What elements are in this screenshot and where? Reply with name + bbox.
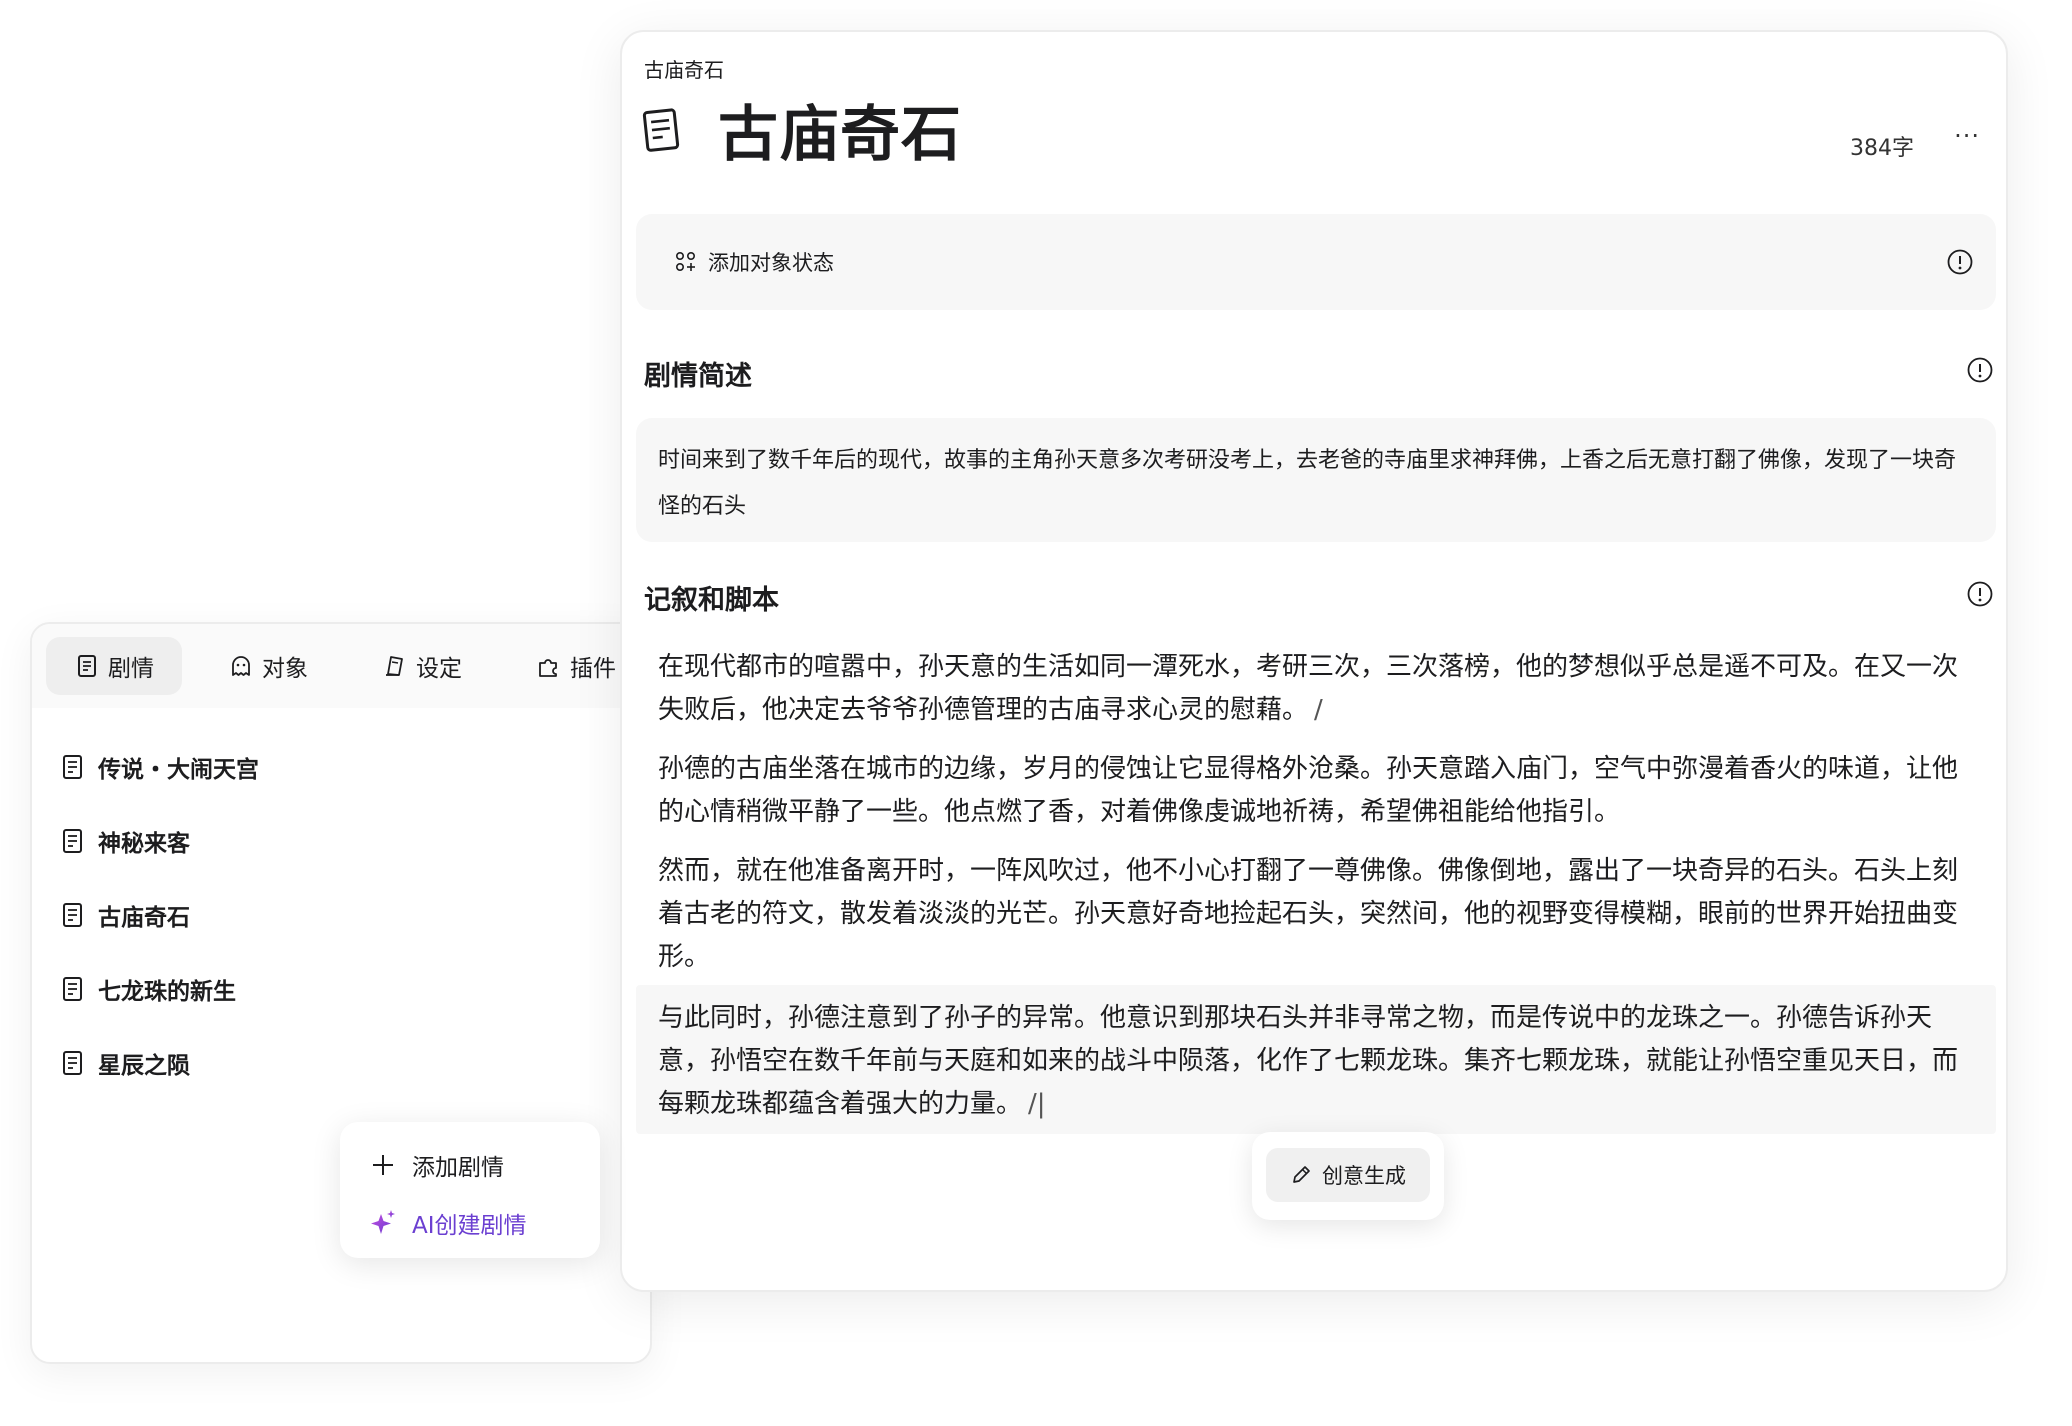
story-label: 古庙奇石 (98, 905, 190, 931)
more-options-button[interactable]: ··· (1954, 122, 1980, 150)
doc-icon (60, 827, 86, 855)
paragraph-text: 孙德的古庙坐落在城市的边缘，岁月的侵蚀让它显得格外沧桑。孙天意踏入庙门，空气中弥… (658, 754, 1959, 827)
ai-create-story-label: AI创建剧情 (412, 1213, 527, 1239)
summary-text[interactable]: 时间来到了数千年后的现代，故事的主角孙天意多次考研没考上，去老爸的寺庙里求神拜佛… (636, 418, 1996, 542)
tab-label: 插件 (570, 656, 616, 682)
add-story-button[interactable]: 添加剧情 (368, 1136, 600, 1194)
doc-icon (60, 753, 86, 781)
script-paragraph[interactable]: 孙德的古庙坐落在城市的边缘，岁月的侵蚀让它显得格外沧桑。孙天意踏入庙门，空气中弥… (636, 748, 1996, 834)
tab-plot[interactable]: 剧情 (46, 637, 182, 695)
story-label: 星辰之陨 (98, 1053, 190, 1079)
sparkle-icon (368, 1208, 398, 1238)
ai-create-story-button[interactable]: AI创建剧情 (368, 1194, 600, 1252)
script-paragraph[interactable]: 然而，就在他准备离开时，一阵风吹过，他不小心打翻了一尊佛像。佛像倒地，露出了一块… (636, 850, 1996, 979)
script-heading: 记叙和脚本 (644, 585, 779, 616)
info-icon[interactable] (1966, 356, 1994, 384)
doc-icon (74, 653, 100, 679)
paragraph-text: 然而，就在他准备离开时，一阵风吹过，他不小心打翻了一尊佛像。佛像倒地，露出了一块… (658, 856, 1959, 972)
add-story-label: 添加剧情 (412, 1155, 504, 1181)
doc-icon (60, 901, 86, 929)
objects-grid-icon (674, 250, 698, 274)
info-icon[interactable] (1966, 580, 1994, 608)
story-item[interactable]: 星辰之陨 (60, 1026, 630, 1100)
add-object-state-button[interactable]: 添加对象状态 (674, 247, 834, 277)
tab-label: 对象 (262, 656, 308, 682)
pen-icon (1290, 1164, 1312, 1186)
plus-icon (368, 1150, 398, 1180)
story-item[interactable]: 七龙珠的新生 (60, 952, 630, 1026)
book-icon (382, 653, 408, 679)
story-item[interactable]: 神秘来客 (60, 804, 630, 878)
slash-command-marker[interactable]: / (1314, 695, 1323, 725)
story-item[interactable]: 传说・大闹天宫 (60, 730, 630, 804)
summary-heading: 剧情简述 (644, 361, 752, 392)
paragraph-text: 在现代都市的喧嚣中，孙天意的生活如同一潭死水，考研三次，三次落榜，他的梦想似乎总… (658, 652, 1959, 725)
breadcrumb[interactable]: 古庙奇石 (644, 54, 724, 83)
story-item[interactable]: 古庙奇石 (60, 878, 630, 952)
creative-generate-label: 创意生成 (1322, 1164, 1406, 1188)
tab-label: 设定 (416, 656, 462, 682)
ghost-icon (228, 653, 254, 679)
generate-popup: 创意生成 (1252, 1132, 1444, 1220)
doc-icon (60, 975, 86, 1003)
script-paragraph-active[interactable]: 与此同时，孙德注意到了孙子的异常。他意识到那块石头并非寻常之物，而是传说中的龙珠… (636, 985, 1996, 1134)
tab-settings[interactable]: 设定 (354, 637, 490, 695)
puzzle-icon (536, 653, 562, 679)
add-story-menu: 添加剧情 AI创建剧情 (340, 1122, 600, 1258)
slash-command-marker[interactable]: /| (1028, 1089, 1046, 1119)
creative-generate-button[interactable]: 创意生成 (1266, 1148, 1430, 1202)
script-paragraph[interactable]: 在现代都市的喧嚣中，孙天意的生活如同一潭死水，考研三次，三次落榜，他的梦想似乎总… (636, 646, 1996, 732)
title-row: 古庙奇石 (640, 86, 962, 173)
story-list: 传说・大闹天宫 神秘来客 古庙奇石 七龙珠的新生 星辰之陨 (60, 730, 630, 1100)
add-object-state-label: 添加对象状态 (708, 251, 834, 275)
document-editor-panel: 古庙奇石 古庙奇石 384字 ··· 添加对象状态 剧情简述 时间来到了数千年后… (620, 30, 2008, 1292)
story-label: 七龙珠的新生 (98, 979, 236, 1005)
script-editor[interactable]: 在现代都市的喧嚣中，孙天意的生活如同一潭死水，考研三次，三次落榜，他的梦想似乎总… (636, 646, 1996, 1150)
page-title[interactable]: 古庙奇石 (718, 86, 962, 173)
story-label: 神秘来客 (98, 831, 190, 857)
paragraph-text: 与此同时，孙德注意到了孙子的异常。他意识到那块石头并非寻常之物，而是传说中的龙珠… (658, 1003, 1959, 1119)
tab-objects[interactable]: 对象 (200, 637, 336, 695)
doc-icon (60, 1049, 86, 1077)
doc-icon (640, 105, 684, 155)
info-icon[interactable] (1946, 248, 1974, 276)
tab-label: 剧情 (108, 656, 154, 682)
story-label: 传说・大闹天宫 (98, 757, 259, 783)
word-count: 384字 (1850, 136, 1914, 161)
object-state-bar: 添加对象状态 (636, 214, 1996, 310)
sidebar-tabbar: 剧情 对象 设定 插件 (32, 624, 650, 708)
